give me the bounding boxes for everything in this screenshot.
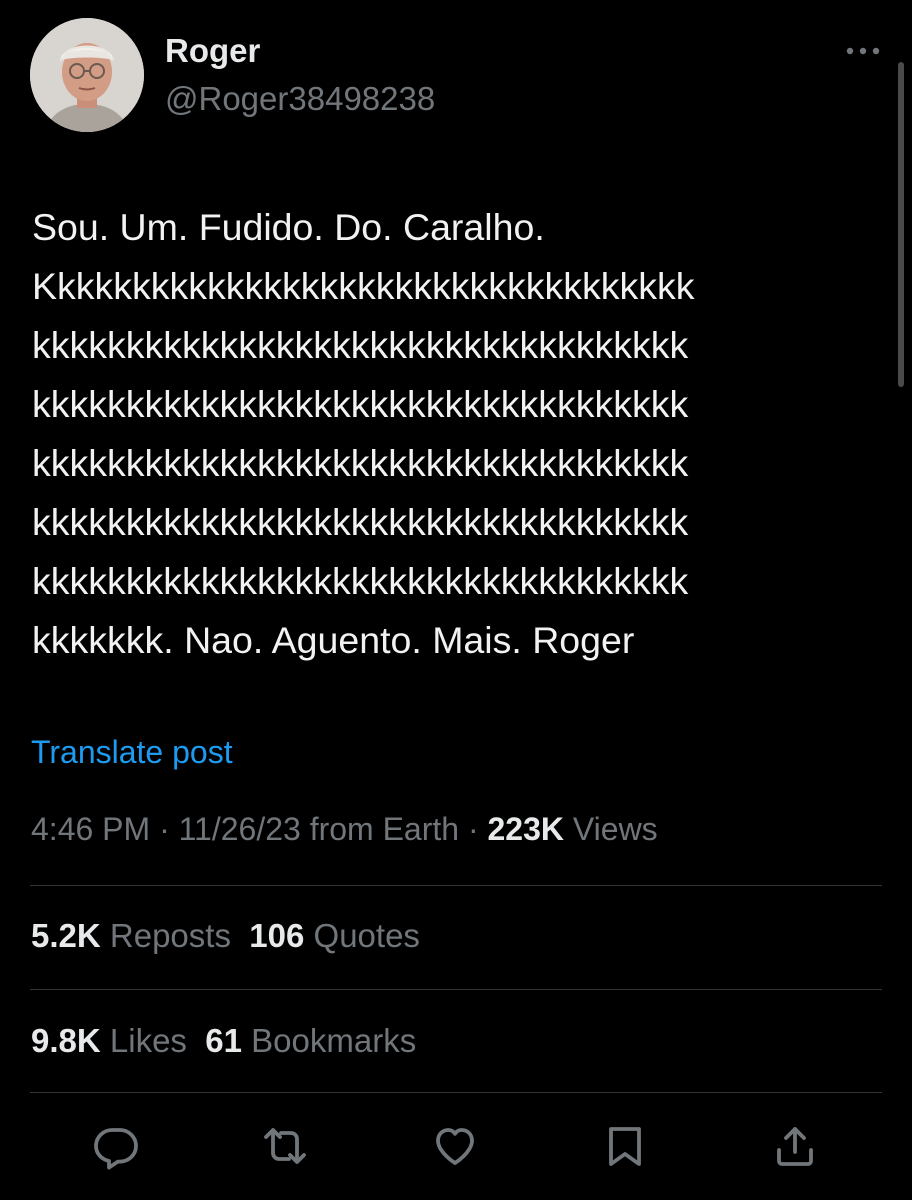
reply-icon	[94, 1128, 138, 1170]
reposts-stat[interactable]: 5.2K Reposts	[31, 917, 231, 954]
bookmarks-label: Bookmarks	[242, 1022, 417, 1059]
tweet-date[interactable]: 11/26/23	[179, 811, 301, 847]
tweet-text-line: kkkkkkkkkkkkkkkkkkkkkkkkkkkkkkkkkkk	[32, 442, 689, 484]
tweet-text-line: kkkkkkkkkkkkkkkkkkkkkkkkkkkkkkkkkkk	[32, 560, 689, 602]
like-button[interactable]	[427, 1118, 483, 1174]
bookmarks-count: 61	[205, 1022, 242, 1059]
bookmark-icon	[609, 1127, 641, 1166]
more-options-button[interactable]	[840, 36, 886, 66]
tweet-text-line: Kkkkkkkkkkkkkkkkkkkkkkkkkkkkkkkkkkk	[32, 265, 695, 307]
divider	[30, 1092, 882, 1093]
reposts-count: 5.2K	[31, 917, 101, 954]
likes-count: 9.8K	[31, 1022, 101, 1059]
meta-separator: ·	[150, 811, 179, 847]
views-label: Views	[564, 811, 658, 847]
scrollbar[interactable]	[898, 62, 904, 387]
repost-icon	[264, 1128, 306, 1164]
tweet-meta: 4:46 PM · 11/26/23 from Earth · 223K Vie…	[31, 811, 658, 848]
divider	[30, 885, 882, 886]
likes-label: Likes	[100, 1022, 187, 1059]
divider	[30, 989, 882, 990]
tweet-text-line: kkkkkkk. Nao. Aguento. Mais. Roger	[32, 619, 635, 661]
tweet-source: from Earth	[300, 811, 460, 847]
share-button[interactable]	[767, 1118, 823, 1174]
heart-icon	[436, 1128, 474, 1165]
repost-button[interactable]	[257, 1118, 313, 1174]
reposts-label: Reposts	[100, 917, 231, 954]
translate-post-link[interactable]: Translate post	[31, 734, 233, 771]
tweet-text-line: kkkkkkkkkkkkkkkkkkkkkkkkkkkkkkkkkkk	[32, 324, 689, 366]
views-count: 223K	[487, 811, 565, 847]
repost-quote-stats: 5.2K Reposts 106 Quotes	[31, 917, 420, 955]
likes-stat[interactable]: 9.8K Likes	[31, 1022, 187, 1059]
quotes-count: 106	[249, 917, 305, 954]
reply-button[interactable]	[88, 1118, 144, 1174]
tweet-text: Sou. Um. Fudido. Do. Caralho. Kkkkkkkkkk…	[32, 198, 877, 670]
meta-separator: ·	[459, 811, 488, 847]
tweet-time[interactable]: 4:46 PM	[31, 811, 150, 847]
author-display-name[interactable]: Roger	[165, 32, 260, 70]
quotes-stat[interactable]: 106 Quotes	[249, 917, 420, 954]
tweet-text-line: kkkkkkkkkkkkkkkkkkkkkkkkkkkkkkkkkkk	[32, 501, 689, 543]
tweet-text-line: kkkkkkkkkkkkkkkkkkkkkkkkkkkkkkkkkkk	[32, 383, 689, 425]
tweet-action-bar	[0, 1118, 912, 1178]
quotes-label: Quotes	[304, 917, 420, 954]
bookmarks-stat[interactable]: 61 Bookmarks	[205, 1022, 416, 1059]
like-bookmark-stats: 9.8K Likes 61 Bookmarks	[31, 1022, 416, 1060]
bookmark-button[interactable]	[597, 1118, 653, 1174]
author-handle[interactable]: @Roger38498238	[165, 80, 435, 118]
tweet-text-line: Sou. Um. Fudido. Do. Caralho.	[32, 206, 545, 248]
share-icon	[777, 1127, 813, 1166]
author-avatar[interactable]	[30, 18, 144, 132]
more-horizontal-icon	[846, 47, 880, 55]
